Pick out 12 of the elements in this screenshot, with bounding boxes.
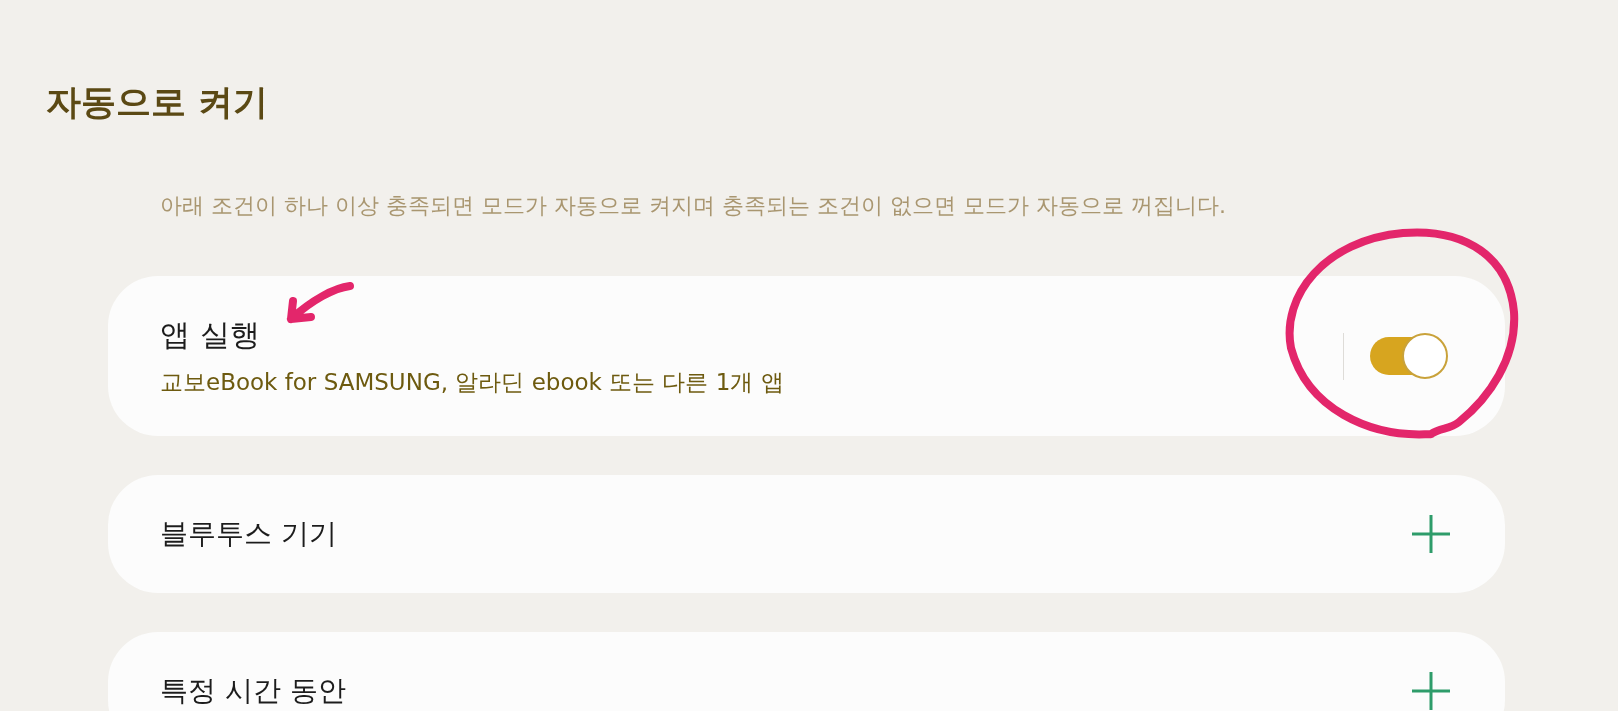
condition-subtitle: 교보eBook for SAMSUNG, 알라딘 ebook 또는 다른 1개 앱 — [160, 367, 784, 396]
condition-title: 앱 실행 — [160, 316, 260, 353]
condition-title: 특정 시간 동안 — [160, 673, 346, 709]
page-title: 자동으로 켜기 — [46, 81, 269, 124]
condition-title: 블루투스 기기 — [160, 516, 337, 552]
toggle-switch[interactable] — [1370, 333, 1448, 379]
plus-icon[interactable] — [1410, 670, 1452, 711]
condition-card[interactable]: 특정 시간 동안 — [108, 632, 1505, 711]
description-text: 아래 조건이 하나 이상 충족되면 모드가 자동으로 켜지며 충족되는 조건이 없으면 모드가 자동으로 꺼집니다. — [160, 192, 1226, 220]
condition-card[interactable]: 앱 실행 교보eBook for SAMSUNG, 알라딘 ebook 또는 다른 1개 앱 — [108, 276, 1505, 436]
plus-icon[interactable] — [1410, 513, 1452, 555]
condition-card[interactable]: 블루투스 기기 — [108, 475, 1505, 593]
